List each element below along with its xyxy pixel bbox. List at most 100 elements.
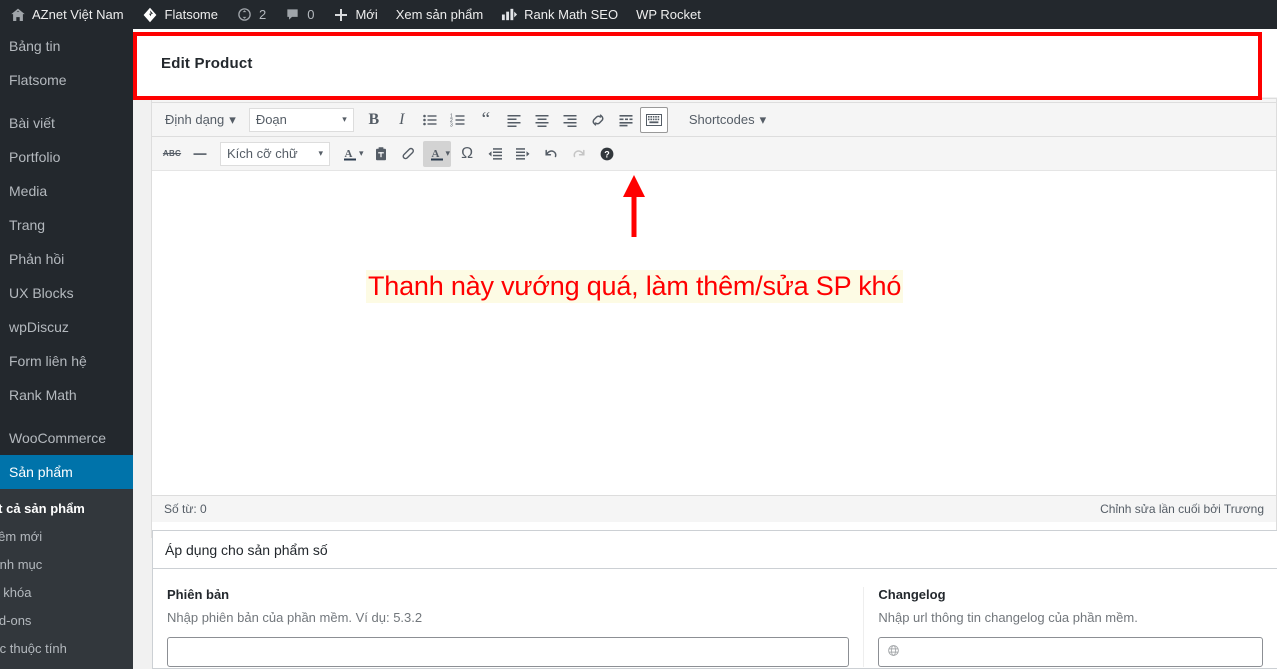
keyboard-shortcuts-icon[interactable] [639,106,668,133]
chevron-down-icon: ▾ [229,111,236,127]
omega-glyph: Ω [461,144,474,162]
sidebar-item-label: Trang [9,217,46,233]
sidebar-item-flatsome[interactable]: Flatsome [0,63,133,97]
adminbar-item-new[interactable]: Mới [323,0,386,29]
sidebar-item-woocommerce[interactable]: WooCommerce [0,421,133,455]
help-icon[interactable]: ? [593,141,621,167]
chevron-down-icon: ▾ [759,111,767,127]
sidebar-submenu-item-tags[interactable]: Từ khóa [0,579,133,607]
insert-link-icon[interactable] [584,107,612,133]
sidebar-submenu-item-attributes[interactable]: Các thuộc tính [0,635,133,663]
adminbar-label: Xem sản phẩm [395,7,484,22]
editor-content-area[interactable] [152,171,1276,495]
sidebar-item-pages[interactable]: Trang [0,208,133,242]
digital-product-metabox: Áp dụng cho sản phẩm số Phiên bản Nhập p… [152,530,1277,669]
strikethrough-icon[interactable]: ABC [158,141,186,167]
chevron-down-icon[interactable]: ▾ [359,148,364,159]
bold-icon[interactable]: B [360,107,388,133]
indent-icon[interactable] [509,141,537,167]
sidebar-item-label: Portfolio [9,149,61,165]
sidebar-item-products[interactable]: Sản phẩm [0,455,133,489]
svg-text:A: A [431,148,439,160]
shortcodes-label: Shortcodes [688,112,755,127]
sidebar-submenu-label: Các thuộc tính [0,641,67,656]
svg-text:?: ? [604,149,610,159]
sidebar-submenu-item-categories[interactable]: Danh mục [0,551,133,579]
adminbar-item-updates[interactable]: 2 [227,0,275,29]
sidebar-item-rank-math[interactable]: Rank Math [0,378,133,412]
italic-icon[interactable]: I [388,107,416,133]
sidebar-item-ux-blocks[interactable]: UX Blocks [0,276,133,310]
blockquote-icon[interactable]: “ [472,107,500,133]
page-header: Edit Product [133,29,1277,97]
sidebar-submenu-label: Tất cả sản phẩm [0,501,85,516]
adminbar-item-flatsome[interactable]: Flatsome [133,0,227,29]
sidebar-submenu-item-addons[interactable]: Add-ons [0,607,133,635]
bold-glyph: B [368,110,380,128]
sidebar-item-label: Phản hồi [9,251,65,267]
adminbar-label: Flatsome [164,7,218,22]
wp-editor: Định dạng ▾ Đoạn ▾ B I 1 2 3 “ Shortcode… [151,98,1277,538]
sidebar-submenu-label: Từ khóa [0,585,32,600]
sidebar-item-label: Bài viết [9,115,55,131]
clear-formatting-icon[interactable] [395,141,423,167]
chevron-down-icon[interactable]: ▾ [446,148,451,159]
paragraph-style-value: Đoạn [255,112,287,127]
adminbar-item-view-product[interactable]: Xem sản phẩm [387,0,492,29]
sidebar-item-portfolio[interactable]: Portfolio [0,140,133,174]
paragraph-style-select[interactable]: Đoạn ▾ [248,107,354,132]
align-left-icon[interactable] [500,107,528,133]
sidebar-item-label: Bảng tin [9,38,61,54]
horizontal-rule-icon[interactable] [186,141,214,167]
svg-text:A: A [345,148,353,160]
adminbar-item-comments[interactable]: 0 [275,0,323,29]
bulleted-list-icon[interactable] [416,107,444,133]
align-right-icon[interactable] [556,107,584,133]
adminbar-label: Mới [355,7,378,22]
format-dropdown-label: Định dạng [165,112,225,127]
update-icon [236,6,253,23]
paste-as-text-icon[interactable] [367,141,395,167]
adminbar-item-wp-rocket[interactable]: WP Rocket [627,0,710,29]
sidebar-submenu-item-add-new[interactable]: Thêm mới [0,523,133,551]
adminbar-item-site-name[interactable]: AZnet Việt Nam [0,0,133,29]
quote-glyph: “ [481,109,491,130]
last-edited-by: Chỉnh sửa lần cuối bởi Trương [1100,502,1264,516]
sidebar-submenu-item-all-products[interactable]: Tất cả sản phẩm [0,495,133,523]
shortcodes-dropdown-button[interactable]: Shortcodes ▾ [682,107,773,133]
changelog-input[interactable] [878,637,1263,667]
adminbar-label: AZnet Việt Nam [32,7,124,22]
numbered-list-icon[interactable]: 1 2 3 [444,107,472,133]
read-more-icon[interactable] [612,107,640,133]
editor-toolbar-row-2: ABC Kích cỡ chữ ▾ A ▾ A ▾ Ω ? [152,137,1276,171]
adminbar-label: WP Rocket [636,7,701,22]
editor-status-bar: Số từ: 0 Chỉnh sửa lần cuối bởi Trương [152,495,1276,522]
sidebar-item-comments[interactable]: Phản hồi [0,242,133,276]
sidebar-item-label: wpDiscuz [9,319,69,335]
sidebar-item-media[interactable]: Media [0,174,133,208]
adminbar-update-count: 2 [259,7,267,22]
sidebar-item-contact-form[interactable]: Form liên hệ [0,344,133,378]
redo-icon [565,141,593,167]
outdent-icon[interactable] [481,141,509,167]
sidebar-item-label: Sản phẩm [9,464,73,480]
adminbar-item-rank-math[interactable]: Rank Math SEO [492,0,627,29]
special-character-icon[interactable]: Ω [453,141,481,167]
annotation-arrow-icon [622,175,646,237]
align-center-icon[interactable] [528,107,556,133]
version-field-label: Phiên bản [167,587,230,602]
adminbar-comment-count: 0 [307,7,315,22]
undo-icon[interactable] [537,141,565,167]
word-count: Số từ: 0 [164,502,207,516]
comment-icon [284,6,301,23]
format-dropdown-button[interactable]: Định dạng ▾ [158,107,243,133]
changelog-field-description: Nhập url thông tin changelog của phần mề… [878,610,1138,625]
chevron-down-icon: ▾ [342,114,347,124]
font-size-select[interactable]: Kích cỡ chữ ▾ [220,141,330,166]
sidebar-item-dashboard[interactable]: Bảng tin [0,29,133,63]
sidebar-item-posts[interactable]: Bài viết [0,106,133,140]
field-group-changelog: Changelog Nhập url thông tin changelog c… [864,587,1277,667]
sidebar-item-wpdiscuz[interactable]: wpDiscuz [0,310,133,344]
italic-glyph: I [399,110,405,128]
version-input[interactable] [167,637,850,667]
